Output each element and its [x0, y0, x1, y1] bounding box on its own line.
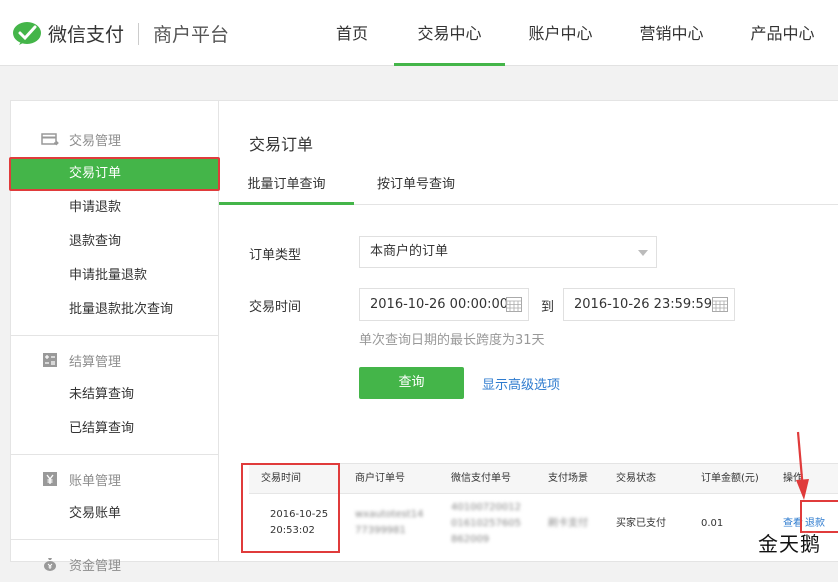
tab-order-number-query[interactable]: 按订单号查询	[377, 167, 455, 205]
sidebar-item-trade-bill[interactable]: 交易账单	[11, 497, 218, 531]
cell-pay-scene: 刷卡支付	[548, 518, 588, 529]
sidebar-group-bill: 账单管理	[11, 461, 218, 497]
nav-home[interactable]: 首页	[310, 0, 394, 66]
query-tabs: 批量订单查询 按订单号查询	[219, 167, 838, 205]
calendar-icon[interactable]	[506, 297, 522, 312]
nav-account-center[interactable]: 账户中心	[505, 0, 616, 66]
col-order-amount: 订单金额(元)	[701, 473, 759, 484]
main-content: 交易订单 批量订单查询 按订单号查询 订单类型 本商户的订单 交易时间 2016…	[219, 101, 838, 561]
calculator-icon	[43, 353, 57, 367]
sidebar-divider	[11, 454, 218, 455]
nav-marketing-center[interactable]: 营销中心	[616, 0, 727, 66]
sidebar-item-settled-query[interactable]: 已结算查询	[11, 412, 218, 446]
money-bag-icon	[44, 558, 56, 571]
sidebar-group-funds: 资金管理	[11, 546, 218, 582]
advanced-options-link[interactable]: 显示高级选项	[482, 374, 560, 393]
cell-order-amount: 0.01	[701, 518, 724, 529]
tab-batch-order-query[interactable]: 批量订单查询	[219, 167, 354, 205]
card-icon	[41, 133, 59, 146]
sidebar-divider	[11, 335, 218, 336]
cell-merchant-order-no-1: wxautotest14	[355, 509, 424, 520]
cell-wechat-pay-no-2: 01610257605	[451, 518, 521, 529]
sidebar-item-batch-refund-query[interactable]: 批量退款批次查询	[11, 293, 218, 327]
cell-wechat-pay-no-3: 862009	[451, 534, 490, 545]
yen-icon	[43, 472, 57, 486]
wechat-pay-logo[interactable]: 微信支付 商户平台	[12, 20, 229, 47]
nav-trade-center[interactable]: 交易中心	[394, 0, 505, 66]
cell-wechat-pay-no-1: 40100720012	[451, 502, 521, 513]
query-button[interactable]: 查询	[359, 367, 464, 399]
annotation-arrow-icon	[796, 431, 809, 500]
sidebar-item-refund-query[interactable]: 退款查询	[11, 225, 218, 259]
sidebar-item-apply-refund[interactable]: 申请退款	[11, 191, 218, 225]
top-bar: 微信支付 商户平台 首页 交易中心 账户中心 营销中心 产品中心	[0, 0, 838, 66]
brand-separator	[138, 22, 140, 45]
start-time-value: 2016-10-26 00:00:00	[370, 297, 509, 312]
col-pay-scene: 支付场景	[548, 473, 588, 484]
chevron-down-icon	[638, 250, 648, 256]
main-nav: 首页 交易中心 账户中心 营销中心 产品中心	[310, 0, 838, 66]
range-to-label: 到	[541, 300, 555, 315]
content-panel: 交易管理 交易订单 申请退款 退款查询 申请批量退款 批量退款批次查询 结算管理…	[9, 100, 838, 574]
sidebar-item-unsettled-query[interactable]: 未结算查询	[11, 378, 218, 412]
highlight-box-trade-time	[241, 463, 340, 553]
end-time-value: 2016-10-26 23:59:59	[574, 297, 713, 312]
calendar-icon[interactable]	[712, 297, 728, 312]
col-trade-status: 交易状态	[616, 473, 656, 484]
orders-table: 交易时间 商户订单号 微信支付单号 支付场景 交易状态 订单金额(元) 操作 2…	[241, 463, 838, 563]
sidebar-divider	[11, 539, 218, 540]
trade-time-label: 交易时间	[249, 300, 302, 315]
sidebar-item-batch-refund[interactable]: 申请批量退款	[11, 259, 218, 293]
cell-merchant-order-no-2: 77399981	[355, 525, 406, 536]
watermark-text: 金天鹅	[758, 532, 821, 556]
brand-name: 微信支付	[48, 24, 125, 46]
order-type-value: 本商户的订单	[370, 244, 449, 259]
nav-product-center[interactable]: 产品中心	[727, 0, 838, 66]
col-wechat-pay-no: 微信支付单号	[451, 473, 511, 484]
sidebar-group-trade: 交易管理	[11, 121, 218, 157]
order-type-label: 订单类型	[249, 248, 302, 263]
sidebar-group-settlement: 结算管理	[11, 342, 218, 378]
end-time-input[interactable]: 2016-10-26 23:59:59	[563, 288, 735, 321]
start-time-input[interactable]: 2016-10-26 00:00:00	[359, 288, 529, 321]
date-range-hint: 单次查询日期的最长跨度为31天	[359, 333, 545, 348]
cell-trade-status: 买家已支付	[616, 518, 666, 529]
page-title: 交易订单	[249, 135, 314, 154]
sidebar: 交易管理 交易订单 申请退款 退款查询 申请批量退款 批量退款批次查询 结算管理…	[9, 101, 220, 574]
platform-name: 商户平台	[153, 24, 230, 46]
col-merchant-order-no: 商户订单号	[355, 473, 405, 484]
order-type-select[interactable]: 本商户的订单	[359, 236, 657, 268]
wechat-pay-logo-icon	[13, 21, 41, 45]
sidebar-item-trade-orders[interactable]: 交易订单	[9, 157, 220, 191]
